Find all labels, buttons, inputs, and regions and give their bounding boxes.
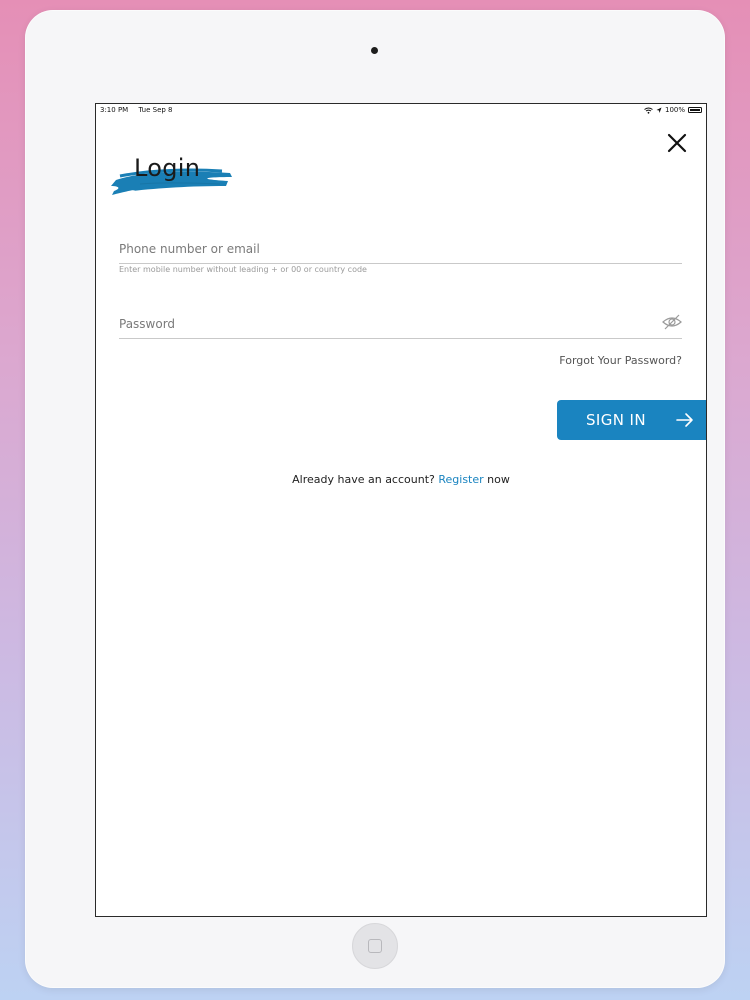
camera-dot: [371, 47, 378, 54]
close-icon[interactable]: [666, 132, 688, 154]
home-square-icon: [368, 939, 382, 953]
battery-percent: 100%: [664, 106, 685, 114]
password-field[interactable]: [119, 313, 682, 339]
password-input[interactable]: [119, 315, 682, 338]
sign-in-label: SIGN IN: [586, 411, 647, 429]
status-left: 3:10 PM Tue Sep 8: [100, 106, 181, 114]
status-right: 100%: [644, 106, 702, 114]
register-suffix: now: [487, 473, 510, 486]
email-input[interactable]: [119, 240, 682, 263]
forgot-password-link[interactable]: Forgot Your Password?: [559, 354, 682, 367]
register-prompt: Already have an account? Register now: [96, 473, 706, 486]
register-prefix: Already have an account?: [292, 473, 435, 486]
eye-off-icon[interactable]: [662, 313, 682, 331]
arrow-right-icon: [676, 413, 693, 427]
register-link[interactable]: Register: [438, 473, 483, 486]
location-icon: [656, 107, 662, 113]
app-screen: 3:10 PM Tue Sep 8 100% Login Phone numbe…: [95, 103, 707, 917]
battery-icon: [688, 107, 702, 113]
home-button[interactable]: [352, 923, 398, 969]
tablet-frame: 3:10 PM Tue Sep 8 100% Login Phone numbe…: [25, 10, 725, 988]
wifi-icon: [644, 107, 653, 114]
status-date: Tue Sep 8: [138, 106, 173, 114]
email-field[interactable]: [119, 238, 682, 264]
email-hint: Enter mobile number without leading + or…: [119, 265, 367, 274]
status-bar: 3:10 PM Tue Sep 8 100%: [96, 104, 706, 118]
page-title: Login: [134, 154, 201, 182]
status-time: 3:10 PM: [100, 106, 129, 114]
sign-in-button[interactable]: SIGN IN: [557, 400, 706, 440]
title-area: Login: [110, 154, 236, 200]
